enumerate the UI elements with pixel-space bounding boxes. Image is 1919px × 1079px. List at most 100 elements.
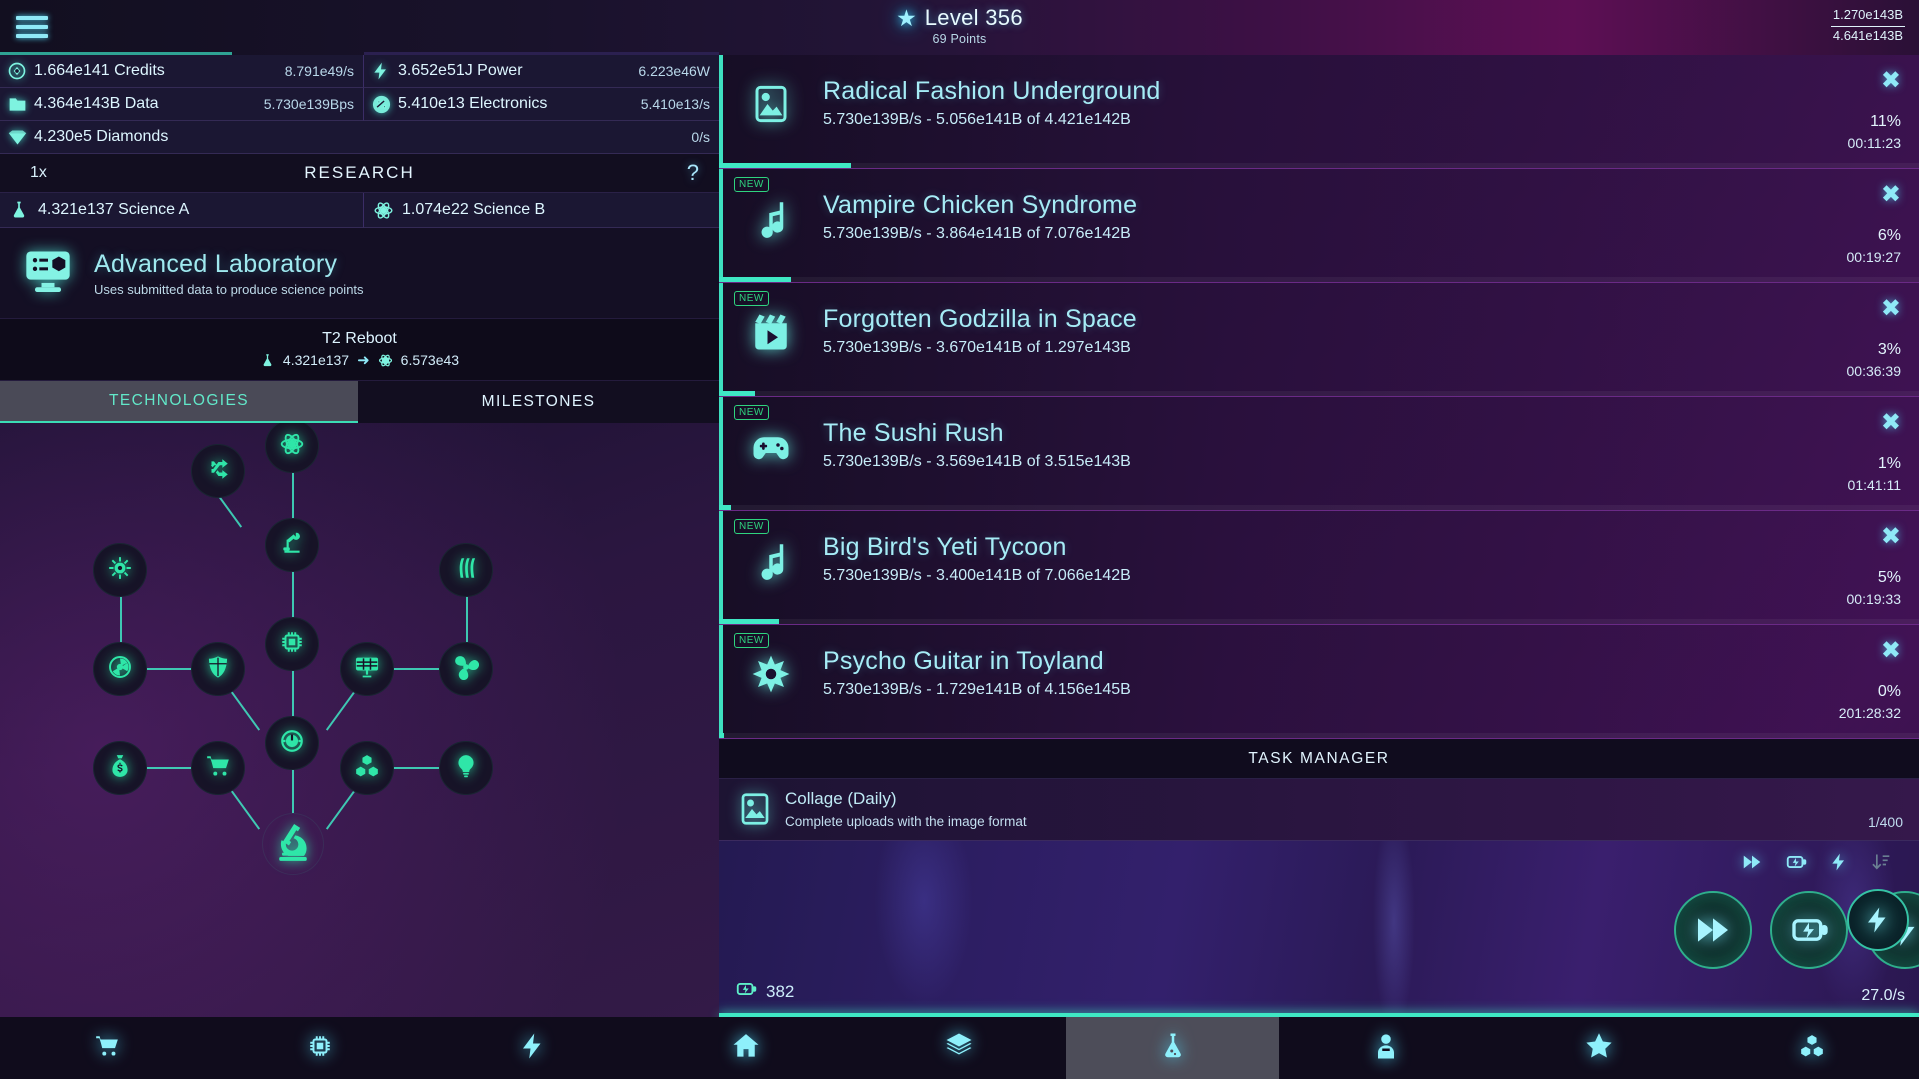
close-icon[interactable]: ✖	[1881, 525, 1901, 549]
task-manager-header[interactable]: TASK MANAGER	[719, 739, 1919, 779]
nav-research[interactable]	[1066, 1017, 1279, 1079]
upload-eta: 00:19:33	[1847, 591, 1902, 607]
star-icon: ★	[896, 7, 917, 30]
tech-node-turbine[interactable]	[439, 642, 493, 696]
nav-shop[interactable]	[0, 1017, 213, 1079]
row-accent	[719, 397, 723, 510]
close-icon[interactable]: ✖	[1881, 297, 1901, 321]
electronics-label: 5.410e13 Electronics	[398, 95, 547, 113]
atom-icon	[378, 353, 393, 368]
small-control-icons	[1741, 851, 1891, 878]
nav-prestige[interactable]	[1493, 1017, 1706, 1079]
chip-icon	[279, 629, 305, 660]
resource-electronics[interactable]: 5.410e13 Electronics 5.410e13/s	[364, 88, 719, 121]
task-row[interactable]: Collage (Daily) Complete uploads with th…	[719, 779, 1919, 841]
resource-diamonds[interactable]: 4.230e5 Diamonds 0/s	[0, 121, 719, 154]
tree-edge	[292, 671, 294, 716]
upload-row[interactable]: NEWPsycho Guitar in Toyland5.730e139B/s …	[719, 625, 1919, 739]
boost-fab[interactable]	[1847, 889, 1909, 951]
nav-layers[interactable]	[853, 1017, 1066, 1079]
tech-node-boxes[interactable]	[340, 741, 394, 795]
battery-boost-button[interactable]	[1770, 891, 1848, 969]
starburst-icon	[741, 653, 801, 695]
upload-eta: 201:28:32	[1839, 705, 1901, 721]
reboot-card[interactable]: T2 Reboot 4.321e137 ➜ 6.573e43	[0, 319, 719, 381]
tab-milestones[interactable]: MILESTONES	[358, 381, 719, 423]
star-icon	[1584, 1031, 1614, 1066]
research-header: 1x RESEARCH ?	[0, 154, 719, 193]
shopping-cart-icon	[94, 1033, 120, 1064]
credits-rate: 8.791e49/s	[285, 63, 354, 79]
resource-row: 1.664e141 Credits 8.791e49/s 3.652e51J P…	[0, 55, 719, 88]
tech-node-microscope[interactable]	[262, 813, 324, 875]
science-b-label: 1.074e22 Science B	[402, 201, 545, 219]
flask-icon	[0, 200, 38, 220]
lightbulb-icon	[453, 753, 479, 784]
tech-node-chip[interactable]	[265, 617, 319, 671]
resource-credits[interactable]: 1.664e141 Credits 8.791e49/s	[0, 55, 364, 88]
tech-node-bulb[interactable]	[439, 741, 493, 795]
tech-node-shield[interactable]	[191, 642, 245, 696]
upload-row[interactable]: NEWVampire Chicken Syndrome5.730e139B/s …	[719, 169, 1919, 283]
upload-row[interactable]: NEWThe Sushi Rush5.730e139B/s - 3.569e14…	[719, 397, 1919, 511]
tech-node-moneybag[interactable]	[93, 741, 147, 795]
resource-data[interactable]: 4.364e143B Data 5.730e139Bps	[0, 88, 364, 121]
upload-percent: 1%	[1878, 455, 1901, 473]
close-icon[interactable]: ✖	[1881, 639, 1901, 663]
upload-percent: 6%	[1878, 227, 1901, 245]
upload-progress-track	[719, 391, 1919, 396]
app-root: ★ Level 356 69 Points 1.270e143B 4.641e1…	[0, 0, 1919, 1079]
image-icon	[737, 791, 773, 832]
lightning-icon[interactable]	[1829, 852, 1849, 877]
reboot-cost-row: 4.321e137 ➜ 6.573e43	[260, 351, 459, 369]
music-icon	[741, 197, 801, 239]
upload-progress-fill	[719, 619, 779, 624]
resource-power[interactable]: 3.652e51J Power 6.223e46W	[364, 55, 719, 88]
nav-home[interactable]	[640, 1017, 853, 1079]
upload-eta: 00:19:27	[1847, 249, 1902, 265]
science-a-label: 4.321e137 Science A	[38, 201, 189, 219]
tab-technologies[interactable]: TECHNOLOGIES	[0, 381, 358, 423]
close-icon[interactable]: ✖	[1881, 411, 1901, 435]
nav-electronics[interactable]	[213, 1017, 426, 1079]
tech-node-shuffle[interactable]	[191, 444, 245, 498]
close-icon[interactable]: ✖	[1881, 69, 1901, 93]
tech-node-robot-arm[interactable]	[265, 518, 319, 572]
new-badge: NEW	[734, 177, 769, 192]
upload-row[interactable]: Radical Fashion Underground5.730e139B/s …	[719, 55, 1919, 169]
fast-forward-icon[interactable]	[1741, 851, 1763, 878]
tech-node-cart[interactable]	[191, 741, 245, 795]
resource-row: 4.230e5 Diamonds 0/s	[0, 121, 719, 154]
chip-icon	[307, 1033, 333, 1064]
upload-progress-fill	[719, 733, 724, 738]
nav-agents[interactable]	[1279, 1017, 1492, 1079]
sort-down-icon[interactable]	[1871, 852, 1891, 877]
research-multiplier[interactable]: 1x	[30, 164, 47, 182]
tech-node-bug[interactable]	[93, 543, 147, 597]
row-accent	[719, 283, 723, 396]
tech-node-gauge[interactable]	[265, 716, 319, 770]
battery-boost-icon[interactable]	[1785, 851, 1807, 878]
tech-node-waves[interactable]	[439, 543, 493, 597]
xp-target: 4.641e143B	[1831, 27, 1905, 46]
nav-power[interactable]	[426, 1017, 639, 1079]
fast-forward-button[interactable]	[1674, 891, 1752, 969]
power-label: 3.652e51J Power	[398, 62, 523, 80]
upload-row[interactable]: NEWBig Bird's Yeti Tycoon5.730e139B/s - …	[719, 511, 1919, 625]
nav-resources[interactable]	[1706, 1017, 1919, 1079]
science-b[interactable]: 1.074e22 Science B	[364, 193, 719, 228]
atom-icon	[364, 200, 402, 221]
help-icon[interactable]: ?	[687, 160, 699, 186]
tech-node-atom[interactable]	[265, 423, 319, 473]
upload-title: Forgotten Godzilla in Space	[823, 305, 1137, 334]
resource-row: 4.364e143B Data 5.730e139Bps 5.410e13 El…	[0, 88, 719, 121]
atom-icon	[279, 431, 305, 462]
laboratory-card[interactable]: Advanced Laboratory Uses submitted data …	[0, 228, 719, 319]
science-a[interactable]: 4.321e137 Science A	[0, 193, 364, 228]
tech-node-solar[interactable]	[340, 642, 394, 696]
close-icon[interactable]: ✖	[1881, 183, 1901, 207]
electronics-icon	[364, 94, 398, 115]
tech-node-nuclear[interactable]	[93, 642, 147, 696]
upload-row[interactable]: NEWForgotten Godzilla in Space5.730e139B…	[719, 283, 1919, 397]
tree-edge	[120, 597, 122, 642]
